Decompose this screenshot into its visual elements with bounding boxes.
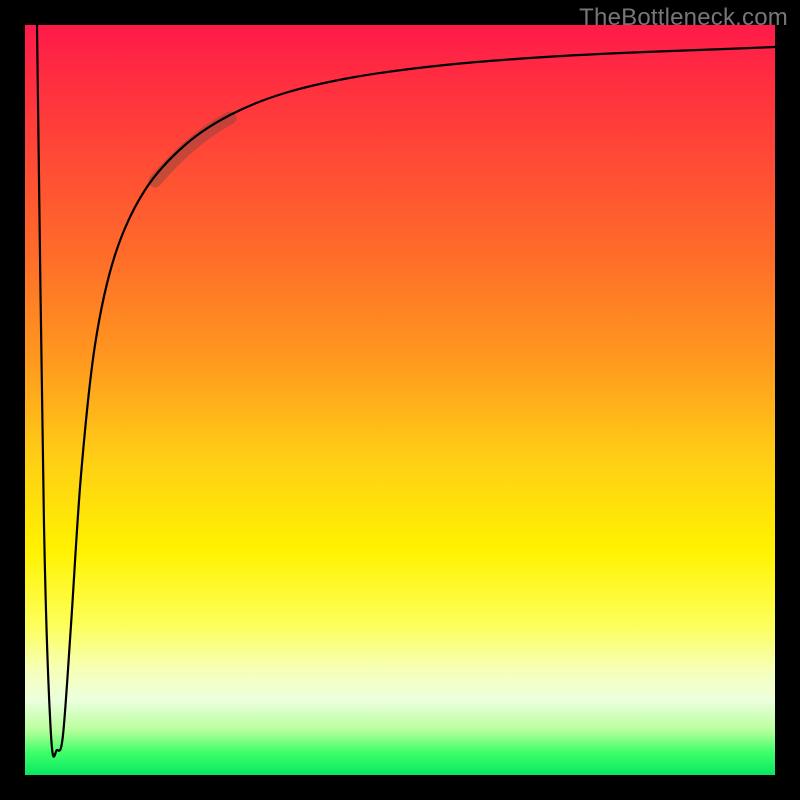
chart-container: TheBottleneck.com <box>0 0 800 800</box>
curve-svg <box>25 25 775 775</box>
highlight-segment <box>155 118 230 181</box>
spike-curve <box>37 25 775 757</box>
plot-area <box>25 25 775 775</box>
watermark-label: TheBottleneck.com <box>579 4 788 32</box>
